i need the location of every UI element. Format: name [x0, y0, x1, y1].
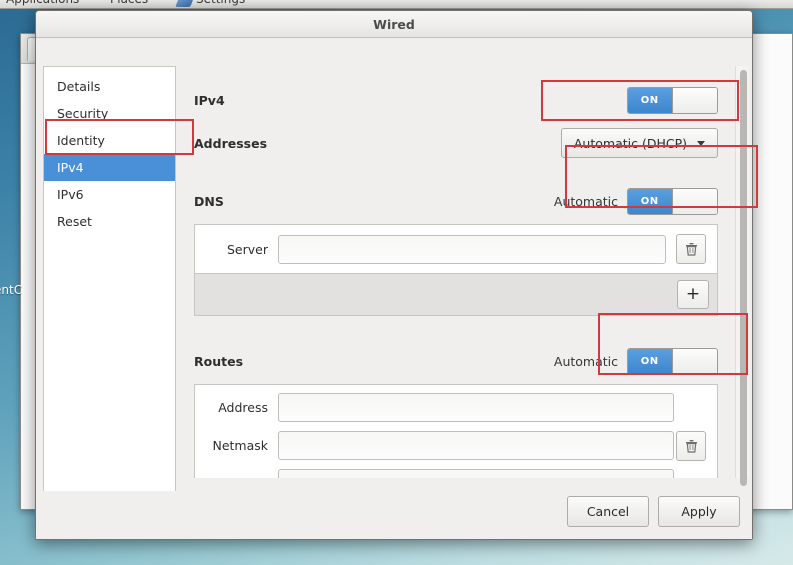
dns-server-row: Server [195, 225, 717, 273]
routes-toggle-on-side: ON [628, 348, 673, 374]
panel-item-applications[interactable]: Applications [6, 0, 79, 6]
routes-gateway-input[interactable] [278, 469, 674, 478]
ipv4-toggle-on-side: ON [628, 87, 673, 113]
routes-delete-button[interactable] [676, 431, 706, 461]
ipv4-label: IPv4 [194, 92, 225, 108]
content-scrollbar-thumb[interactable] [740, 70, 747, 486]
dialog-titlebar: Wired [36, 11, 752, 38]
sidebar-item-reset[interactable]: Reset [44, 208, 175, 235]
sidebar-item-security[interactable]: Security [44, 100, 175, 127]
ipv4-toggle-label: ON [640, 94, 659, 106]
ipv4-toggle[interactable]: ON [627, 86, 718, 114]
dns-toggle-label: ON [640, 195, 659, 207]
ipv4-row: IPv4 ON [194, 86, 718, 114]
routes-list-body: Address Netmask Gateway [195, 385, 717, 478]
sidebar-item-details[interactable]: Details [44, 73, 175, 100]
addresses-label: Addresses [194, 135, 268, 151]
wired-settings-dialog: Wired Details Security Identity IPv4 IPv… [35, 10, 753, 540]
cancel-button[interactable]: Cancel [567, 495, 649, 527]
sidebar-item-ipv6[interactable]: IPv6 [44, 181, 175, 208]
ipv4-toggle-knob [672, 87, 717, 113]
dialog-body: Details Security Identity IPv4 IPv6 Rese… [36, 38, 752, 530]
settings-icon [175, 0, 196, 7]
dns-row: DNS Automatic ON [194, 187, 718, 215]
apply-button[interactable]: Apply [658, 495, 740, 527]
routes-automatic-toggle[interactable]: ON [627, 347, 718, 375]
desktop-background: Applications Places Settings entC Wired … [0, 0, 793, 565]
settings-sidebar: Details Security Identity IPv4 IPv6 Rese… [43, 66, 176, 530]
routes-toggle-label: ON [640, 355, 659, 367]
routes-address-row: Address [195, 393, 674, 431]
routes-gateway-row: Gateway [195, 469, 674, 478]
chevron-down-icon [697, 140, 705, 146]
routes-list: Address Netmask Gateway [194, 384, 718, 478]
address-method-value: Automatic (DHCP) [573, 135, 687, 151]
trash-icon [685, 440, 697, 453]
content-scrollbar[interactable] [735, 66, 749, 486]
dns-automatic-label: Automatic [553, 193, 618, 209]
desktop-text-fragment: entC [0, 283, 23, 297]
dns-list-footer: + [195, 273, 717, 315]
routes-gateway-label: Gateway [206, 476, 268, 478]
address-method-dropdown[interactable]: Automatic (DHCP) [560, 128, 718, 158]
top-panel[interactable]: Applications Places Settings [0, 0, 793, 9]
routes-address-label: Address [218, 400, 268, 415]
dns-server-field-label: Server [227, 241, 268, 257]
routes-row: Routes Automatic ON [194, 347, 718, 375]
panel-item-places[interactable]: Places [110, 0, 148, 6]
dialog-action-bar: Cancel Apply [36, 491, 752, 539]
addresses-row: Addresses Automatic (DHCP) [194, 128, 718, 158]
dns-server-delete-button[interactable] [676, 234, 706, 264]
sidebar-item-identity[interactable]: Identity [44, 127, 175, 154]
dns-automatic-toggle[interactable]: ON [627, 187, 718, 215]
dns-label: DNS [194, 193, 224, 209]
dns-server-input[interactable] [278, 234, 666, 264]
routes-toggle-knob [672, 348, 717, 374]
dns-toggle-on-side: ON [628, 188, 673, 214]
routes-netmask-label: Netmask [212, 438, 268, 453]
routes-automatic-label: Automatic [553, 353, 618, 369]
settings-content-wrapper: IPv4 ON Addresses Automatic (DHCP) DNS A… [176, 66, 752, 491]
panel-item-settings[interactable]: Settings [196, 0, 245, 6]
routes-netmask-row: Netmask [195, 431, 674, 469]
routes-address-input[interactable] [278, 393, 674, 422]
dialog-title: Wired [373, 16, 415, 32]
routes-fields: Address Netmask Gateway [195, 385, 674, 478]
dns-add-server-button[interactable]: + [677, 280, 709, 309]
ipv4-settings-panel: IPv4 ON Addresses Automatic (DHCP) DNS A… [176, 66, 733, 478]
routes-delete-wrap [674, 385, 717, 478]
sidebar-item-ipv4[interactable]: IPv4 [44, 154, 175, 181]
dns-toggle-knob [672, 188, 717, 214]
trash-icon [685, 243, 697, 256]
dns-server-list: Server + [194, 224, 718, 316]
routes-label: Routes [194, 353, 244, 369]
routes-netmask-input[interactable] [278, 431, 674, 460]
